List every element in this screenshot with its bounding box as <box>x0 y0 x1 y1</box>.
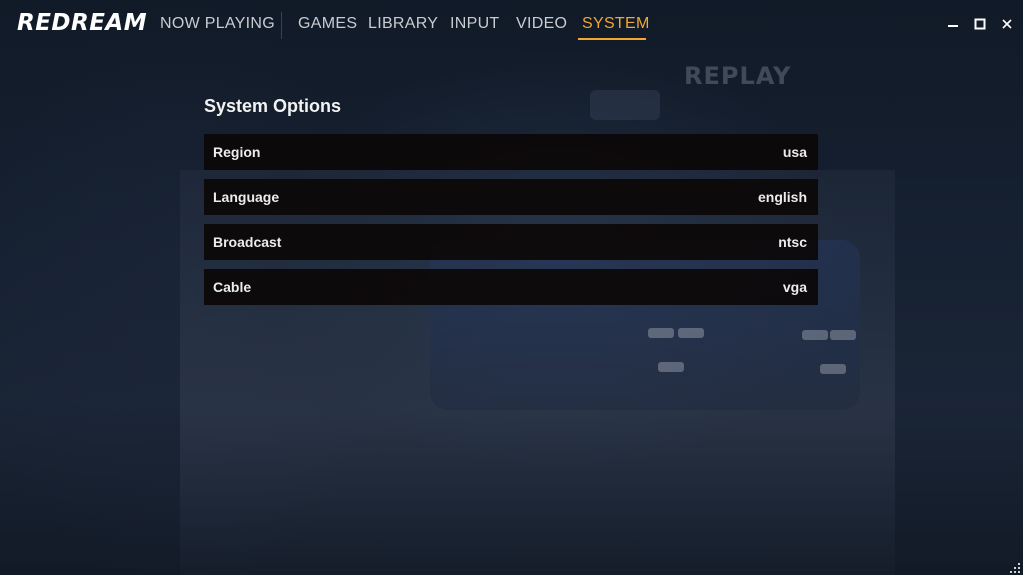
minimize-button[interactable] <box>946 17 960 31</box>
background-light <box>658 362 684 372</box>
option-row-region[interactable]: Region usa <box>204 134 818 170</box>
option-label: Region <box>213 144 261 160</box>
nav-tab-library[interactable]: LIBRARY <box>368 15 438 33</box>
maximize-button[interactable] <box>973 17 987 31</box>
option-label: Language <box>213 189 280 205</box>
option-value: vga <box>782 279 807 295</box>
nav-tab-input[interactable]: INPUT <box>450 15 500 33</box>
option-row-cable[interactable]: Cable vga <box>204 269 818 305</box>
background-car <box>430 240 860 410</box>
minimize-icon <box>948 25 958 27</box>
background-replay-text: REPLAY <box>684 62 792 90</box>
active-tab-indicator <box>578 38 646 40</box>
nav-tab-now-playing[interactable]: NOW PLAYING <box>160 15 275 33</box>
option-value: ntsc <box>778 234 807 250</box>
background-light <box>648 328 674 338</box>
background-light <box>802 330 828 340</box>
close-button[interactable] <box>1000 17 1014 31</box>
background-car-distant <box>590 90 660 120</box>
top-navigation-bar: REDREAM NOW PLAYING GAMES LIBRARY INPUT … <box>0 0 1023 50</box>
close-icon <box>1002 19 1012 29</box>
maximize-icon <box>974 18 986 30</box>
page-title: System Options <box>204 96 342 116</box>
nav-tab-video[interactable]: VIDEO <box>516 15 567 33</box>
option-row-broadcast[interactable]: Broadcast ntsc <box>204 224 818 260</box>
nav-separator <box>281 12 282 39</box>
nav-tab-games[interactable]: GAMES <box>298 15 357 33</box>
resize-grip[interactable] <box>1009 561 1021 573</box>
background-light <box>678 328 704 338</box>
option-label: Broadcast <box>213 234 282 250</box>
option-value: usa <box>782 144 807 160</box>
option-value: english <box>757 189 807 205</box>
option-row-language[interactable]: Language english <box>204 179 818 215</box>
app-window: REPLAY REDREAM NOW PLAYING GAMES LIBRARY… <box>0 0 1023 575</box>
nav-tab-system[interactable]: SYSTEM <box>582 15 650 33</box>
background-light <box>830 330 856 340</box>
option-label: Cable <box>213 279 252 295</box>
resize-grip-icon <box>1010 563 1020 573</box>
background-light <box>820 364 846 374</box>
app-logo: REDREAM <box>17 10 148 36</box>
